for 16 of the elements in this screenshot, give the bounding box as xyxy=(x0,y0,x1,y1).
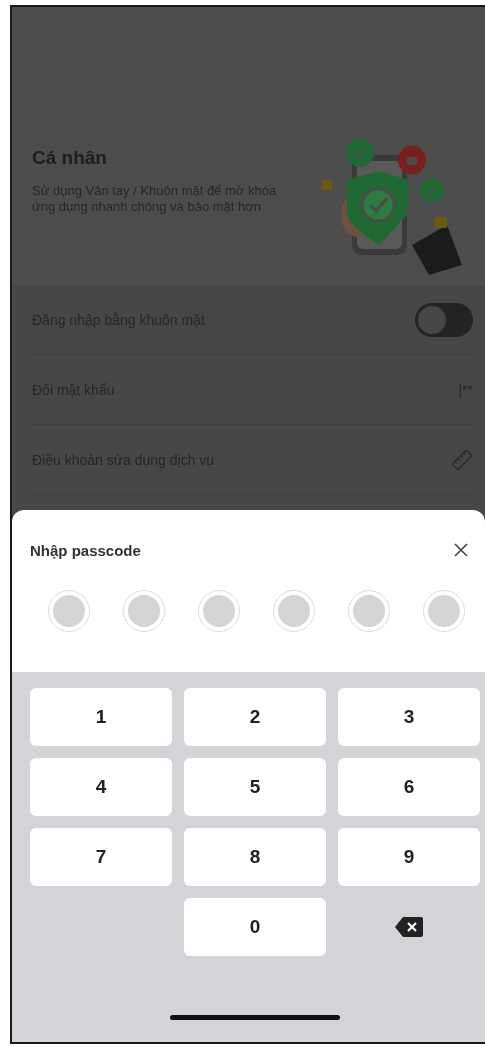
digit-key[interactable]: 3 xyxy=(338,688,480,746)
digit-key[interactable]: 8 xyxy=(184,828,326,886)
settings-value: |** xyxy=(458,381,473,398)
digit-key[interactable]: 0 xyxy=(184,898,326,956)
sheet-title: Nhập passcode xyxy=(30,541,141,559)
ruler-icon xyxy=(451,448,473,471)
digit-key[interactable]: 5 xyxy=(184,758,326,816)
digit-key[interactable]: 1 xyxy=(30,688,172,746)
backspace-icon xyxy=(394,916,424,938)
close-icon xyxy=(453,542,469,558)
digit-key[interactable]: 4 xyxy=(30,758,172,816)
toggle-switch[interactable] xyxy=(415,302,473,337)
digit-key[interactable]: 9 xyxy=(338,828,480,886)
digit-key[interactable]: 2 xyxy=(184,688,326,746)
digit-key[interactable]: 7 xyxy=(30,828,172,886)
digit-key[interactable]: 6 xyxy=(338,758,480,816)
